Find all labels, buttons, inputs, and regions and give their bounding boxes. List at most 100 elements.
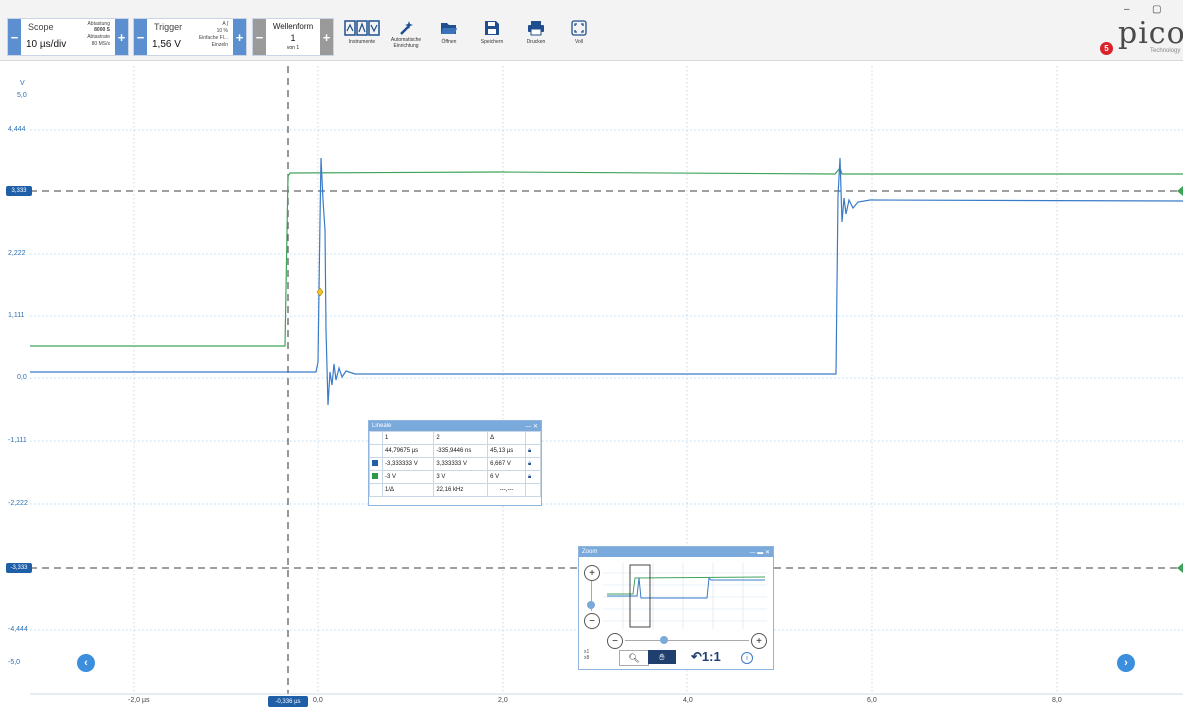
close-icon[interactable]: ✕ xyxy=(765,550,770,556)
minus-icon: − xyxy=(612,635,618,647)
timebase-increase-button[interactable]: + xyxy=(115,19,128,55)
minus-icon: − xyxy=(589,615,595,627)
y-tick-label: -2,222 xyxy=(8,500,28,507)
channel-b-swatch xyxy=(372,473,378,479)
horizontal-zoom-out-button[interactable]: − xyxy=(607,633,623,649)
samples-value[interactable]: 8000 S xyxy=(94,27,110,33)
trigger-control[interactable]: − Trigger 1,56 V A ʃ 10 % Einfache Fl...… xyxy=(133,18,247,56)
table-cell: ---,--- xyxy=(487,483,526,497)
auto-setup-button[interactable]: Automatische Einrichtung xyxy=(384,20,428,56)
rate-label: Abtastrate xyxy=(87,34,110,40)
print-button[interactable]: Drucken xyxy=(514,20,558,56)
trigger-mode[interactable]: Einzeln xyxy=(212,42,228,48)
channel-a-swatch xyxy=(372,460,378,466)
magic-wand-icon xyxy=(400,21,413,35)
zoom-tool-button[interactable]: 🔍︎ xyxy=(619,650,649,666)
rulers-panel[interactable]: Lineale — ✕ 1 2 Δ 44,79675 µs -335,9446 … xyxy=(368,420,542,506)
zoom-panel-title: Zoom xyxy=(582,549,598,555)
reset-zoom-button[interactable]: ↶1:1 xyxy=(691,649,721,665)
zoom-overview[interactable] xyxy=(603,563,767,629)
y-tick-label: 1,111 xyxy=(8,312,25,319)
pico-logo-subtitle: Technology xyxy=(1150,48,1181,54)
waveform-count: von 1 xyxy=(286,45,300,51)
zoom-level-label: 1:1 xyxy=(701,649,721,664)
plus-icon: + xyxy=(589,567,595,579)
horizontal-zoom-in-button[interactable]: + xyxy=(751,633,767,649)
table-row: 1/Δ 22,16 kHz ---,--- xyxy=(369,483,541,497)
rulers-panel-header[interactable]: Lineale — ✕ xyxy=(369,421,541,431)
save-label: Speichern xyxy=(480,39,504,45)
undo-icon: ↶ xyxy=(691,649,702,664)
save-button[interactable]: Speichern xyxy=(470,20,514,56)
table-header-cell: 2 xyxy=(433,431,489,445)
table-cell: 45,13 µs xyxy=(487,444,526,458)
scope-title: Scope xyxy=(28,22,54,32)
zoom-panel[interactable]: Zoom — ▬ ✕ + − − + x1 x8 🔍︎ ✋︎ ↶1:1 i xyxy=(578,546,774,670)
scope-control[interactable]: − Scope 10 µs/div Abtastung 8000 S Abtas… xyxy=(7,18,129,56)
minimize-icon[interactable]: — xyxy=(525,424,533,430)
x-tick-label: 4,0 xyxy=(683,697,693,704)
x-tick-label: 0,0 xyxy=(313,697,323,704)
table-row: 1 2 Δ xyxy=(369,431,541,445)
notification-badge[interactable]: 5 xyxy=(1100,42,1113,55)
plus-icon: + xyxy=(756,635,762,647)
close-icon[interactable]: ✕ xyxy=(533,424,538,430)
waveform-index[interactable]: 1 xyxy=(266,33,320,43)
fullscreen-button[interactable]: Voll xyxy=(557,20,601,56)
ruler-handle-lower[interactable] xyxy=(1177,563,1183,573)
pan-tool-button[interactable]: ✋︎ xyxy=(648,650,676,664)
rate-value: 80 MS/s xyxy=(91,41,110,47)
minimize-button[interactable]: – xyxy=(1124,4,1130,15)
y-tick-label: -5,0 xyxy=(8,659,21,666)
ruler-handle-upper[interactable] xyxy=(1177,186,1183,196)
trigger-level[interactable]: 1,56 V xyxy=(152,39,181,50)
timebase-decrease-button[interactable]: − xyxy=(8,19,21,55)
trigger-decrease-button[interactable]: − xyxy=(134,19,147,55)
y-tick-label: 2,222 xyxy=(8,250,26,257)
rulers-panel-title: Lineale xyxy=(372,423,392,429)
scroll-left-button[interactable]: ‹ xyxy=(77,654,95,672)
waveform-next-button[interactable]: + xyxy=(320,19,333,55)
info-icon[interactable]: i xyxy=(741,652,753,664)
waveform-control[interactable]: − Wellenform 1 von 1 + xyxy=(252,18,334,56)
vertical-zoom-out-button[interactable]: − xyxy=(584,613,600,629)
ruler-marker-upper[interactable]: 3,333 xyxy=(6,186,32,196)
lock-icon[interactable]: 🔒︎ xyxy=(525,470,541,484)
y-tick-label: 4,444 xyxy=(8,126,26,133)
scroll-right-button[interactable]: › xyxy=(1117,654,1135,672)
print-label: Drucken xyxy=(526,39,546,45)
ruler-marker-lower[interactable]: -3,333 xyxy=(6,563,32,573)
chevron-right-icon: › xyxy=(1124,657,1128,669)
trigger-type[interactable]: Einfache Fl... xyxy=(199,35,228,41)
maximize-icon[interactable]: ▬ xyxy=(757,550,765,556)
fullscreen-label: Voll xyxy=(574,39,584,45)
x-tick-label: 2,0 xyxy=(498,697,508,704)
table-header-cell: 1 xyxy=(381,431,435,445)
instruments-icon xyxy=(344,20,380,36)
toolbar: − Scope 10 µs/div Abtastung 8000 S Abtas… xyxy=(0,0,1183,61)
waveform-prev-button[interactable]: − xyxy=(253,19,266,55)
trigger-percent[interactable]: 10 % xyxy=(217,28,228,34)
zoom-panel-header[interactable]: Zoom — ▬ ✕ xyxy=(579,547,773,557)
time-cursor-readout[interactable]: -0,336 µs xyxy=(268,696,308,707)
vertical-zoom-slider[interactable] xyxy=(587,601,595,609)
folder-open-icon xyxy=(441,23,457,34)
horizontal-zoom-slider[interactable] xyxy=(660,636,668,644)
table-cell: 44,79675 µs xyxy=(381,444,435,458)
table-header-cell: Δ xyxy=(487,431,526,445)
table-cell: 3 V xyxy=(433,470,489,484)
channel-a-trace xyxy=(30,157,1183,406)
auto-setup-label: Automatische Einrichtung xyxy=(390,37,422,49)
trigger-channel[interactable]: A xyxy=(222,21,225,27)
table-cell: 1/Δ xyxy=(381,483,435,497)
trigger-increase-button[interactable]: + xyxy=(233,19,246,55)
lock-icon[interactable]: 🔒︎ xyxy=(525,457,541,471)
save-icon xyxy=(485,21,499,35)
open-button[interactable]: Öffnen xyxy=(427,20,471,56)
vertical-zoom-in-button[interactable]: + xyxy=(584,565,600,581)
lock-icon[interactable]: 🔒︎ xyxy=(525,444,541,458)
y-tick-label: -4,444 xyxy=(8,626,28,633)
timebase-value[interactable]: 10 µs/div xyxy=(26,39,66,50)
instruments-button[interactable]: Instrumente xyxy=(340,20,384,56)
restore-button[interactable]: ▢ xyxy=(1152,4,1161,15)
